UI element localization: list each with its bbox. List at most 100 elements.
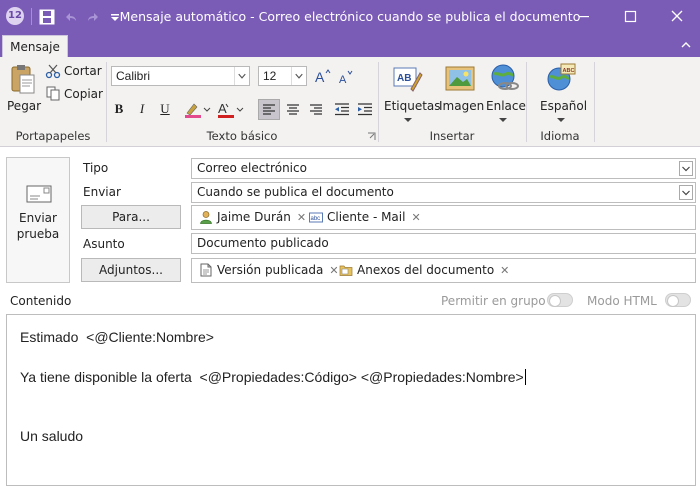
to-button[interactable]: Para...	[81, 205, 181, 229]
chevron-down-icon	[234, 67, 246, 85]
copy-button[interactable]: Copiar	[64, 87, 103, 101]
remove-icon[interactable]: ✕	[329, 264, 338, 277]
attachments-button[interactable]: Adjuntos...	[81, 258, 181, 282]
link-button[interactable]: Enlace	[486, 99, 526, 113]
spanish-language-icon[interactable]: ABC	[546, 63, 576, 93]
title-bar: 12 Mensaje automático - Correo electróni…	[0, 0, 700, 33]
ribbon-tab-row: Mensaje	[0, 33, 700, 59]
shrink-font-icon[interactable]: A	[337, 69, 355, 85]
undo-icon[interactable]	[62, 8, 80, 26]
send-when-label: Enviar	[83, 185, 121, 199]
send-test-button[interactable]: Enviar prueba	[6, 157, 70, 283]
image-button[interactable]: Imagen	[439, 99, 484, 113]
remove-icon[interactable]: ✕	[297, 211, 306, 224]
save-icon[interactable]	[38, 8, 56, 26]
underline-button[interactable]: U	[155, 99, 175, 119]
abc-field-icon: abc	[309, 212, 323, 223]
recipient-name: Jaime Durán	[217, 210, 291, 224]
type-select[interactable]: Correo electrónico	[191, 158, 696, 179]
subject-input[interactable]: Documento publicado	[191, 233, 696, 254]
minimize-icon[interactable]	[561, 0, 607, 33]
attachment-chip[interactable]: Versión publicada ✕	[199, 259, 339, 282]
redo-icon[interactable]	[84, 8, 102, 26]
chevron-down-icon	[679, 185, 693, 200]
close-icon[interactable]	[654, 0, 700, 33]
maximize-icon[interactable]	[607, 0, 653, 33]
font-color-icon[interactable]: A	[216, 101, 246, 119]
folder-icon	[339, 265, 353, 276]
ribbon: Pegar Cortar Copiar Portapapeles Calibri…	[0, 57, 700, 147]
increase-indent-icon[interactable]	[354, 99, 376, 120]
html-mode-label: Modo HTML	[587, 294, 657, 308]
chevron-down-icon	[557, 118, 565, 122]
svg-text:A: A	[218, 101, 227, 116]
chevron-down-icon	[404, 118, 412, 122]
recipient-chip[interactable]: Jaime Durán ✕	[199, 206, 306, 229]
align-right-icon[interactable]	[305, 99, 327, 120]
chevron-down-icon	[291, 67, 303, 85]
paste-icon[interactable]	[9, 63, 37, 95]
decrease-indent-icon[interactable]	[331, 99, 353, 120]
tab-mensaje[interactable]: Mensaje	[2, 35, 68, 59]
remove-icon[interactable]: ✕	[411, 211, 420, 224]
attachment-name: Anexos del documento	[357, 263, 495, 277]
text-group-label: Texto básico	[206, 129, 278, 143]
body-line-text: Ya tiene disponible la oferta <@Propieda…	[20, 369, 524, 385]
attachment-chip[interactable]: Anexos del documento ✕	[339, 259, 509, 282]
collapse-ribbon-icon[interactable]	[680, 39, 692, 51]
font-size-value: 12	[263, 69, 277, 83]
align-center-icon[interactable]	[282, 99, 304, 120]
app-icon: 12	[6, 7, 24, 25]
type-label: Tipo	[83, 161, 109, 175]
message-form: Enviar prueba Tipo Correo electrónico En…	[0, 148, 700, 488]
labels-button[interactable]: Etiquetas	[384, 99, 441, 113]
allow-group-label: Permitir en grupo	[441, 294, 546, 308]
align-left-icon[interactable]	[258, 99, 280, 120]
font-family-value: Calibri	[116, 69, 151, 83]
body-line: Estimado <@Cliente:Nombre>	[20, 329, 214, 345]
allow-group-toggle[interactable]	[547, 293, 573, 307]
attachment-name: Versión publicada	[217, 263, 324, 277]
paste-button[interactable]: Pegar	[7, 99, 41, 113]
dialog-launcher-icon[interactable]	[367, 132, 376, 141]
recipient-chip[interactable]: abc Cliente - Mail ✕	[309, 206, 421, 229]
copy-icon	[46, 86, 60, 101]
clipboard-group-label: Portapapeles	[15, 129, 91, 143]
message-body-editor[interactable]: Estimado <@Cliente:Nombre> Ya tiene disp…	[6, 314, 696, 486]
svg-text:ABC: ABC	[563, 68, 575, 74]
link-icon[interactable]	[489, 63, 519, 93]
title-separator	[31, 8, 32, 25]
spanish-button[interactable]: Español	[540, 99, 587, 113]
content-label: Contenido	[10, 294, 72, 308]
attachments-field[interactable]: Versión publicada ✕ Anexos del documento ✕	[191, 258, 696, 283]
remove-icon[interactable]: ✕	[500, 264, 509, 277]
grow-font-icon[interactable]: A	[314, 68, 332, 84]
document-icon	[200, 263, 212, 277]
recipient-name: Cliente - Mail	[327, 210, 406, 224]
send-when-value: Cuando se publica el documento	[197, 185, 394, 199]
send-when-select[interactable]: Cuando se publica el documento	[191, 182, 696, 203]
bold-button[interactable]: B	[109, 99, 129, 119]
cut-icon	[45, 64, 61, 79]
chevron-down-icon	[679, 161, 693, 176]
labels-icon[interactable]: AB	[393, 65, 423, 93]
insert-group-label: Insertar	[429, 129, 475, 143]
highlight-color-icon[interactable]	[183, 101, 213, 119]
font-family-select[interactable]: Calibri	[111, 66, 250, 86]
cut-button[interactable]: Cortar	[64, 64, 102, 78]
svg-text:abc: abc	[311, 216, 321, 222]
subject-value: Documento publicado	[197, 236, 329, 250]
svg-text:AB: AB	[397, 73, 411, 84]
chevron-down-icon	[499, 118, 507, 122]
language-group-label: Idioma	[540, 129, 580, 143]
html-mode-toggle[interactable]	[665, 293, 691, 307]
customize-toolbar-icon[interactable]	[106, 8, 124, 26]
font-size-select[interactable]: 12	[258, 66, 307, 86]
ribbon-separator	[594, 62, 595, 142]
italic-button[interactable]: I	[132, 99, 152, 119]
body-line: Ya tiene disponible la oferta <@Propieda…	[20, 369, 526, 385]
body-line: Un saludo	[20, 428, 84, 444]
svg-text:A: A	[339, 74, 347, 85]
image-icon[interactable]	[445, 65, 475, 93]
recipients-field[interactable]: Jaime Durán ✕ abc Cliente - Mail ✕	[191, 205, 696, 230]
